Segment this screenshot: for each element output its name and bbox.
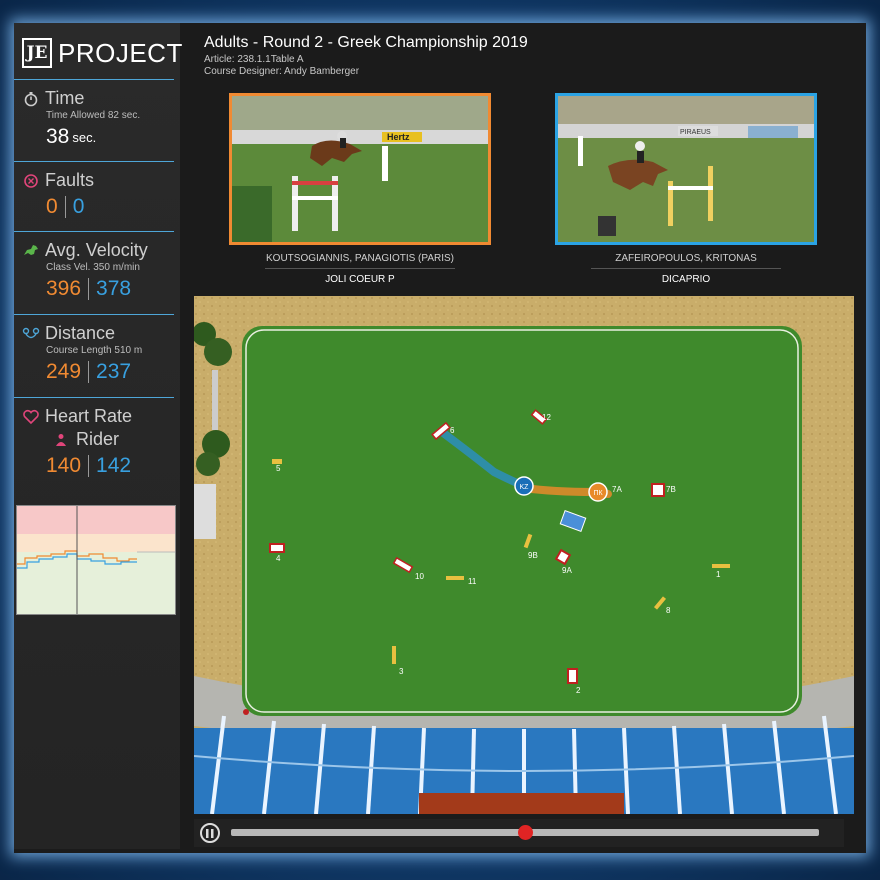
timeline-handle[interactable]: [518, 825, 533, 840]
page-title: Adults - Round 2 - Greek Championship 20…: [204, 34, 528, 51]
time-label: Time: [45, 88, 85, 108]
svg-text:2: 2: [576, 686, 581, 695]
stats-sidebar: JE PROJECT Time Time Allowed 82 sec. 38 …: [14, 23, 183, 849]
logo-text: PROJECT: [58, 37, 183, 68]
heart-value-orange: 140: [46, 454, 82, 477]
stopwatch-icon: [22, 90, 40, 108]
svg-text:7B: 7B: [666, 485, 676, 494]
value-separator: [88, 278, 90, 300]
svg-text:8: 8: [666, 606, 671, 615]
pause-button[interactable]: [200, 823, 220, 843]
logo-mark: JE: [22, 38, 52, 68]
value-separator: [64, 196, 66, 218]
svg-text:KZ: KZ: [520, 484, 530, 491]
heart-rate-graph: [16, 505, 176, 615]
time-stat: Time Time Allowed 82 sec. 38 sec.: [14, 79, 174, 149]
heart-icon: [22, 408, 40, 426]
faults-value-orange: 0: [46, 195, 58, 218]
svg-text:11: 11: [468, 577, 477, 586]
svg-text:6: 6: [450, 426, 455, 435]
logo: JE PROJECT: [22, 35, 183, 71]
video-player-orange[interactable]: Hertz: [229, 93, 491, 245]
svg-text:10: 10: [415, 572, 424, 581]
velocity-value-orange: 396: [46, 277, 82, 300]
heart-rate-label: Heart Rate: [45, 406, 133, 426]
horse-name-blue: DICAPRIO: [661, 274, 711, 285]
value-separator: [88, 455, 90, 477]
rider-name-orange: KOUTSOGIANNIS, PANAGIOTIS (PARIS): [266, 253, 454, 264]
rider-name-blue: ZAFEIROPOULOS, KRITONAS: [615, 253, 757, 264]
marker-orange: ПК: [588, 482, 608, 502]
marker-blue: KZ: [514, 476, 534, 496]
rider-icon: [52, 431, 70, 449]
svg-text:12: 12: [542, 413, 551, 422]
horse-name-orange: JOLI COEUR P: [325, 274, 395, 285]
faults-label: Faults: [45, 170, 95, 190]
faults-value-blue: 0: [72, 195, 85, 218]
course-designer: Course Designer: Andy Bamberger: [204, 66, 360, 77]
video-ad-text: Hertz: [387, 132, 410, 142]
svg-text:9A: 9A: [562, 566, 572, 575]
app-frame: JE PROJECT Time Time Allowed 82 sec. 38 …: [14, 23, 866, 853]
heart-rate-stat: Heart Rate Rider 140 142: [14, 397, 174, 478]
divider: [265, 268, 455, 269]
video-ad-text: PIRAEUS: [680, 129, 711, 136]
velocity-label: Avg. Velocity: [45, 240, 148, 260]
value-separator: [88, 361, 90, 383]
velocity-value-blue: 378: [96, 277, 132, 300]
article-info: Article: 238.1.1Table A: [204, 54, 304, 65]
distance-value-orange: 249: [46, 360, 82, 383]
time-unit: sec.: [72, 129, 97, 145]
svg-text:5: 5: [276, 464, 281, 473]
svg-text:7A: 7A: [612, 485, 622, 494]
svg-text:1: 1: [716, 570, 721, 579]
rider-label: Rider: [76, 429, 120, 449]
horse-icon: [22, 242, 40, 260]
time-value: 38: [46, 125, 70, 148]
course-length: Course Length 510 m: [46, 345, 143, 356]
heart-value-blue: 142: [96, 454, 132, 477]
faults-icon: [22, 172, 40, 190]
playback-controls: [194, 819, 844, 847]
distance-label: Distance: [45, 323, 116, 343]
svg-text:ПК: ПК: [593, 490, 603, 497]
pause-icon: [206, 828, 214, 838]
svg-text:4: 4: [276, 554, 281, 563]
svg-text:3: 3: [399, 667, 404, 676]
distance-stat: Distance Course Length 510 m 249 237: [14, 314, 174, 384]
class-velocity: Class Vel. 350 m/min: [46, 262, 140, 273]
route-icon: [22, 325, 40, 343]
velocity-stat: Avg. Velocity Class Vel. 350 m/min 396 3…: [14, 231, 174, 301]
obstacle-7a: 7A: [612, 485, 622, 494]
time-allowed: Time Allowed 82 sec.: [46, 110, 141, 121]
faults-stat: Faults 0 0: [14, 161, 174, 219]
divider: [591, 268, 781, 269]
svg-text:9B: 9B: [528, 551, 538, 560]
arena-map[interactable]: 6 12 5 7A 7B 4 10 11 9B 9A 1 8 3 2 KZ ПК: [194, 296, 854, 814]
video-player-blue[interactable]: PIRAEUS: [555, 93, 817, 245]
distance-value-blue: 237: [96, 360, 132, 383]
